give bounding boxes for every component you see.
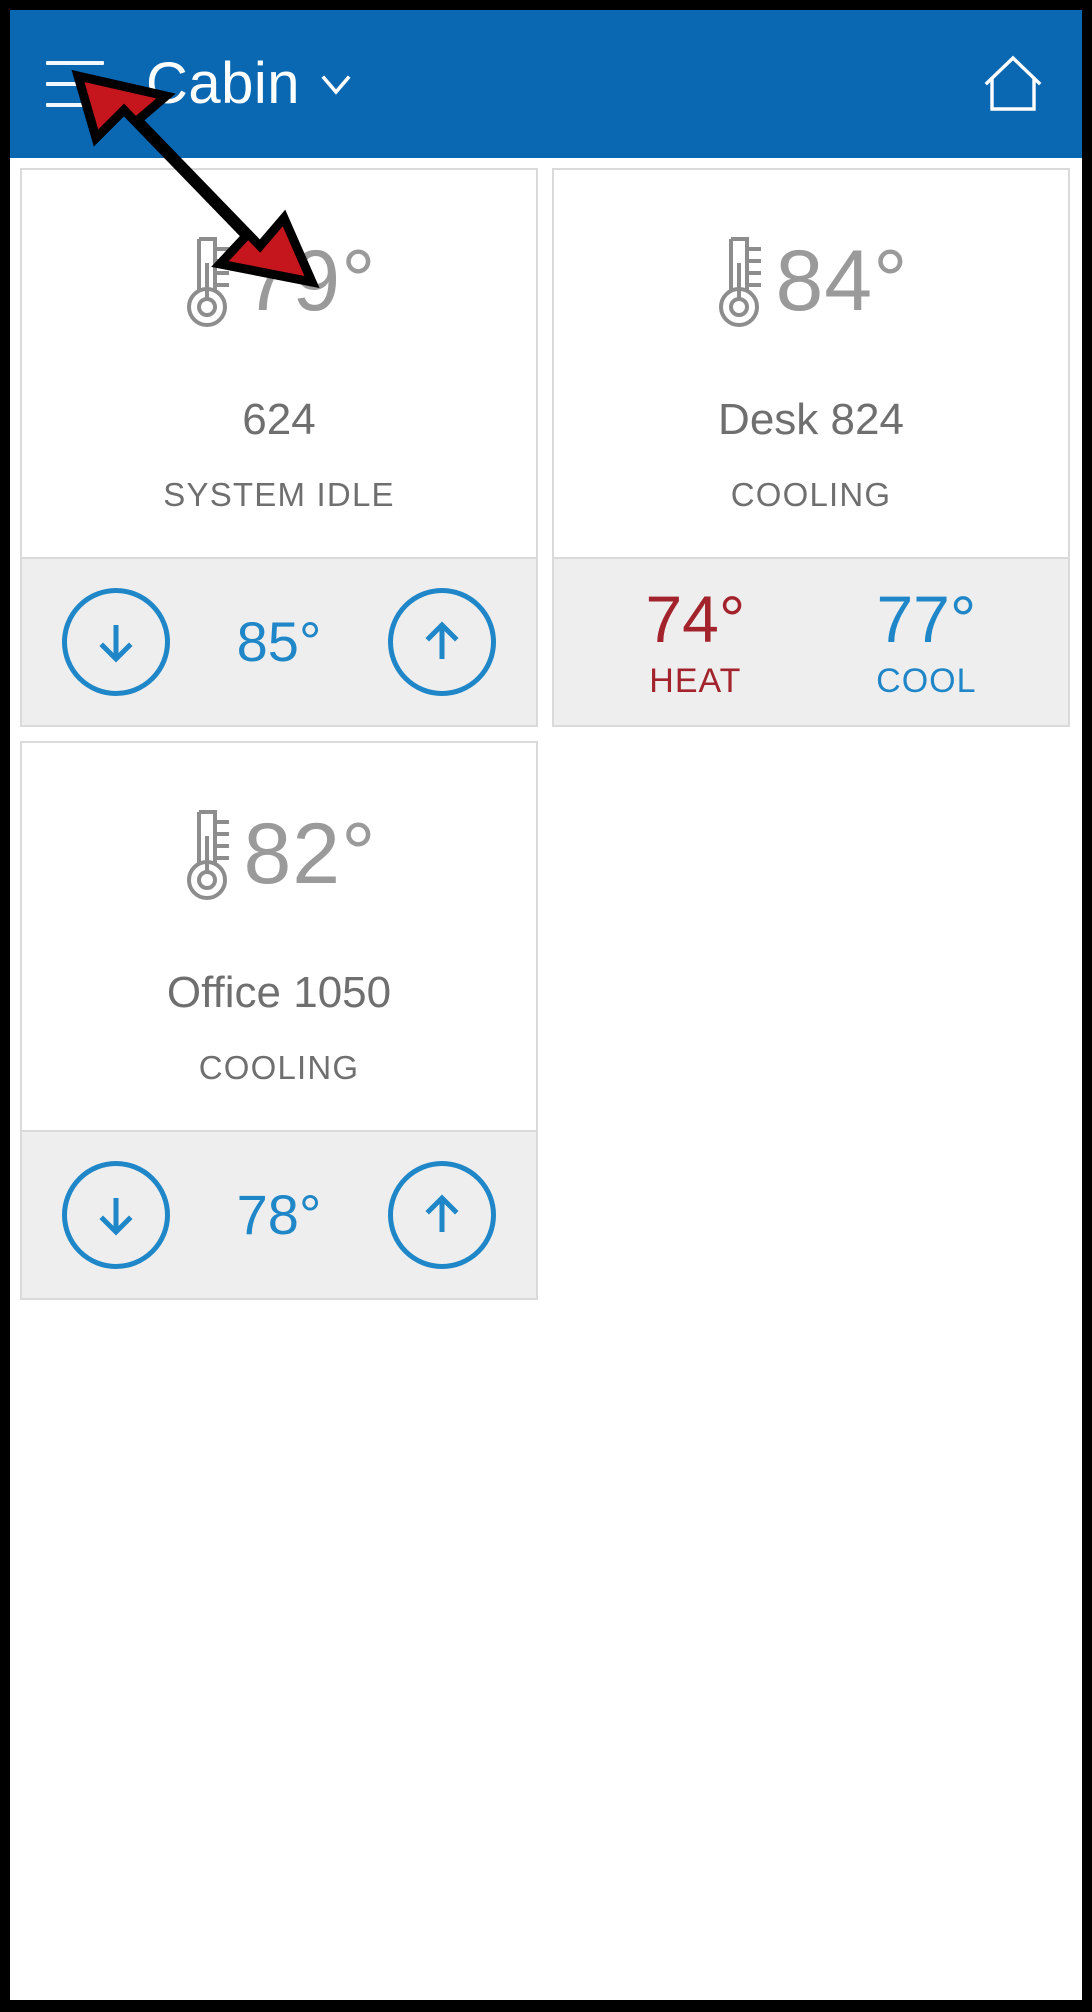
thermometer-icon bbox=[181, 229, 237, 333]
current-temperature-row: 82° bbox=[181, 795, 376, 913]
arrow-up-icon bbox=[425, 621, 459, 659]
thermometer-icon bbox=[181, 802, 237, 906]
zone-card-body: 79° 624 SYSTEM IDLE bbox=[22, 170, 536, 557]
hamburger-bar-1 bbox=[46, 61, 104, 65]
arrow-down-icon bbox=[99, 625, 133, 663]
increase-setpoint-button[interactable] bbox=[388, 588, 496, 696]
heat-setpoint-label: HEAT bbox=[649, 662, 742, 700]
zone-card-body: 84° Desk 824 COOLING bbox=[554, 170, 1068, 557]
setpoint-value: 78° bbox=[236, 1183, 322, 1246]
cool-setpoint-label: COOL bbox=[876, 662, 977, 700]
decrease-setpoint-button[interactable] bbox=[62, 588, 170, 696]
zone-status: COOLING bbox=[730, 476, 892, 513]
zone-card-body: 82° Office 1050 COOLING bbox=[22, 743, 536, 1130]
hamburger-menu-icon[interactable] bbox=[46, 61, 104, 107]
zone-name: 624 bbox=[242, 395, 316, 444]
hamburger-bar-3 bbox=[46, 103, 104, 107]
app-viewport: Cabin 79° 624 SYSTEM IDLE 85° 84° Desk 8… bbox=[10, 10, 1082, 2000]
zone-name: Office 1050 bbox=[166, 968, 392, 1017]
zone-status: SYSTEM IDLE bbox=[163, 476, 395, 513]
cool-setpoint-value: 77° bbox=[876, 582, 977, 656]
zone-card[interactable]: 84° Desk 824 COOLING 74° HEAT 77° COOL bbox=[552, 168, 1070, 727]
arrow-down-icon bbox=[99, 1198, 133, 1236]
setpoint-stepper: 78° bbox=[22, 1130, 536, 1298]
zone-card[interactable]: 79° 624 SYSTEM IDLE 85° bbox=[20, 168, 538, 727]
current-temperature-row: 84° bbox=[713, 222, 908, 340]
zone-status: COOLING bbox=[198, 1049, 360, 1086]
page-title: Cabin bbox=[146, 51, 301, 116]
current-temperature: 82° bbox=[243, 806, 377, 902]
device-screen: Cabin 79° 624 SYSTEM IDLE 85° 84° Desk 8… bbox=[0, 0, 1092, 2012]
setpoint-stepper: 85° bbox=[22, 557, 536, 725]
zone-card-grid: 79° 624 SYSTEM IDLE 85° 84° Desk 824 COO… bbox=[10, 158, 1082, 1300]
dual-setpoint-footer: 74° HEAT 77° COOL bbox=[554, 557, 1068, 725]
increase-setpoint-button[interactable] bbox=[388, 1161, 496, 1269]
zone-card[interactable]: 82° Office 1050 COOLING 78° bbox=[20, 741, 538, 1300]
cool-setpoint[interactable]: 77° COOL bbox=[876, 586, 976, 698]
setpoint-value: 85° bbox=[236, 610, 322, 673]
location-selector[interactable]: Cabin bbox=[146, 55, 356, 113]
current-temperature: 79° bbox=[243, 233, 377, 329]
heat-setpoint[interactable]: 74° HEAT bbox=[645, 586, 745, 698]
chevron-down-icon bbox=[316, 64, 356, 104]
current-temperature-row: 79° bbox=[181, 222, 376, 340]
hamburger-bar-2 bbox=[46, 82, 104, 86]
zone-name: Desk 824 bbox=[718, 395, 904, 444]
current-temperature: 84° bbox=[775, 233, 909, 329]
thermometer-icon bbox=[713, 229, 769, 333]
heat-setpoint-value: 74° bbox=[645, 582, 746, 656]
app-header: Cabin bbox=[10, 10, 1082, 158]
home-icon[interactable] bbox=[978, 49, 1048, 119]
decrease-setpoint-button[interactable] bbox=[62, 1161, 170, 1269]
arrow-up-icon bbox=[425, 1194, 459, 1232]
